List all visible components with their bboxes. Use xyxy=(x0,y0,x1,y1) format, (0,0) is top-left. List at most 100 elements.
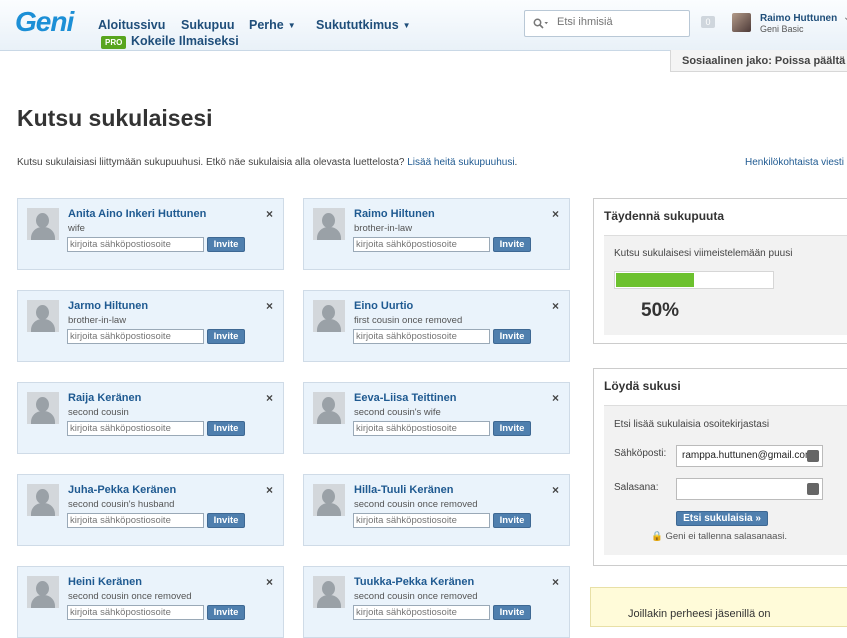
email-input[interactable] xyxy=(353,421,490,436)
email-input[interactable] xyxy=(353,513,490,528)
profile-silhouette-icon xyxy=(27,300,59,332)
try-free-link[interactable]: Kokeile Ilmaiseksi xyxy=(131,34,239,48)
relative-name[interactable]: Juha-Pekka Keränen xyxy=(68,484,176,496)
email-field[interactable]: ramppa.huttunen@gmail.com xyxy=(676,445,823,467)
close-icon[interactable]: × xyxy=(266,299,273,313)
invite-button[interactable]: Invite xyxy=(493,237,531,252)
email-input[interactable] xyxy=(353,605,490,620)
close-icon[interactable]: × xyxy=(552,575,559,589)
key-icon xyxy=(807,450,819,462)
close-icon[interactable]: × xyxy=(552,391,559,405)
invite-button[interactable]: Invite xyxy=(207,329,245,344)
nav-tree-label: Sukupuu xyxy=(181,18,235,32)
key-icon xyxy=(807,483,819,495)
relative-name[interactable]: Jarmo Hiltunen xyxy=(68,300,148,312)
avatar[interactable] xyxy=(732,13,751,32)
social-share-toggle[interactable]: Sosiaalinen jako: Poissa päältä xyxy=(670,50,847,72)
invite-button[interactable]: Invite xyxy=(493,421,531,436)
nav-family-label: Perhe xyxy=(249,18,284,32)
relative-card: Raimo Hiltunen brother-in-law × Invite xyxy=(303,198,570,270)
nav-genealogy[interactable]: Sukututkimus ▼ xyxy=(316,18,411,32)
progress-label: 50% xyxy=(641,300,680,321)
complete-tree-title: Täydennä sukupuuta xyxy=(604,209,725,223)
invite-button[interactable]: Invite xyxy=(493,329,531,344)
profile-silhouette-icon xyxy=(313,300,345,332)
relative-name[interactable]: Raija Keränen xyxy=(68,392,141,404)
nav-tree[interactable]: Sukupuu xyxy=(181,18,234,32)
close-icon[interactable]: × xyxy=(552,207,559,221)
relative-relation: brother-in-law xyxy=(354,223,413,234)
relative-relation: second cousin once removed xyxy=(68,591,192,602)
nav-home[interactable]: Aloitussivu xyxy=(98,18,165,32)
email-input[interactable] xyxy=(67,605,204,620)
search-box[interactable] xyxy=(524,10,690,37)
relative-card: Anita Aino Inkeri Huttunen wife × Invite xyxy=(17,198,284,270)
profile-silhouette-icon xyxy=(27,208,59,240)
profile-silhouette-icon xyxy=(27,392,59,424)
profile-silhouette-icon xyxy=(313,392,345,424)
invite-button[interactable]: Invite xyxy=(207,605,245,620)
invite-button[interactable]: Invite xyxy=(207,421,245,436)
chevron-down-icon[interactable]: ⌄ xyxy=(843,12,847,23)
invite-button[interactable]: Invite xyxy=(493,513,531,528)
profile-silhouette-icon xyxy=(27,484,59,516)
intro-period: . xyxy=(514,157,518,168)
email-input[interactable] xyxy=(67,329,204,344)
profile-silhouette-icon xyxy=(27,576,59,608)
email-input[interactable] xyxy=(67,421,204,436)
relative-relation: brother-in-law xyxy=(68,315,127,326)
find-relatives-button[interactable]: Etsi sukulaisia » xyxy=(676,511,768,526)
invite-button[interactable]: Invite xyxy=(207,513,245,528)
personal-message-link[interactable]: Henkilökohtaista viesti xyxy=(745,157,844,168)
progress-bar xyxy=(614,271,774,289)
relative-name[interactable]: Raimo Hiltunen xyxy=(354,208,435,220)
relative-relation: second cousin's wife xyxy=(354,407,441,418)
page-title: Kutsu sukulaisesi xyxy=(17,105,213,131)
email-input[interactable] xyxy=(67,237,204,252)
pro-badge: PRO xyxy=(101,36,127,49)
profile-silhouette-icon xyxy=(313,484,345,516)
find-relatives-title: Löydä sukusi xyxy=(604,379,681,393)
close-icon[interactable]: × xyxy=(552,483,559,497)
security-note-text: Geni ei tallenna salasanaasi. xyxy=(665,531,787,542)
close-icon[interactable]: × xyxy=(266,391,273,405)
progress-fill xyxy=(616,273,694,287)
relative-name[interactable]: Tuukka-Pekka Keränen xyxy=(354,576,474,588)
notice-text: Joillakin perheesi jäsenillä on xyxy=(628,608,771,620)
email-input[interactable] xyxy=(67,513,204,528)
relative-relation: second cousin's husband xyxy=(68,499,175,510)
search-input[interactable] xyxy=(555,15,689,29)
invite-button[interactable]: Invite xyxy=(207,237,245,252)
relative-relation: second cousin once removed xyxy=(354,499,478,510)
notification-count[interactable]: 0 xyxy=(701,16,715,28)
email-value: ramppa.huttunen@gmail.com xyxy=(682,450,814,461)
find-relatives-body: Etsi lisää sukulaisia osoitekirjastasi S… xyxy=(604,405,847,555)
password-label: Salasana: xyxy=(614,482,659,493)
top-bar: Geni Aloitussivu Sukupuu Perhe ▼ Sukututk… xyxy=(0,0,847,51)
invite-button[interactable]: Invite xyxy=(493,605,531,620)
email-input[interactable] xyxy=(353,237,490,252)
nav-family[interactable]: Perhe ▼ xyxy=(249,18,296,32)
security-note: 🔒 Geni ei tallenna salasanaasi. xyxy=(651,531,787,542)
relative-name[interactable]: Eeva-Liisa Teittinen xyxy=(354,392,457,404)
nav-genealogy-label: Sukututkimus xyxy=(316,18,399,32)
email-input[interactable] xyxy=(353,329,490,344)
nav-home-label: Aloitussivu xyxy=(98,18,166,32)
geni-logo[interactable]: Geni xyxy=(15,6,74,38)
close-icon[interactable]: × xyxy=(266,483,273,497)
relative-name[interactable]: Eino Uurtio xyxy=(354,300,413,312)
lock-icon: 🔒 xyxy=(651,531,663,542)
chevron-down-icon: ▼ xyxy=(287,21,296,30)
close-icon[interactable]: × xyxy=(266,207,273,221)
user-name[interactable]: Raimo Huttunen xyxy=(760,13,837,24)
relative-relation: wife xyxy=(68,223,85,234)
close-icon[interactable]: × xyxy=(552,299,559,313)
relative-name[interactable]: Heini Keränen xyxy=(68,576,142,588)
find-relatives-description: Etsi lisää sukulaisia osoitekirjastasi xyxy=(614,419,770,430)
add-to-tree-link[interactable]: Lisää heitä sukupuuhusi xyxy=(407,157,514,168)
profile-silhouette-icon xyxy=(313,576,345,608)
relative-name[interactable]: Anita Aino Inkeri Huttunen xyxy=(68,208,206,220)
password-field[interactable] xyxy=(676,478,823,500)
close-icon[interactable]: × xyxy=(266,575,273,589)
relative-name[interactable]: Hilla-Tuuli Keränen xyxy=(354,484,453,496)
